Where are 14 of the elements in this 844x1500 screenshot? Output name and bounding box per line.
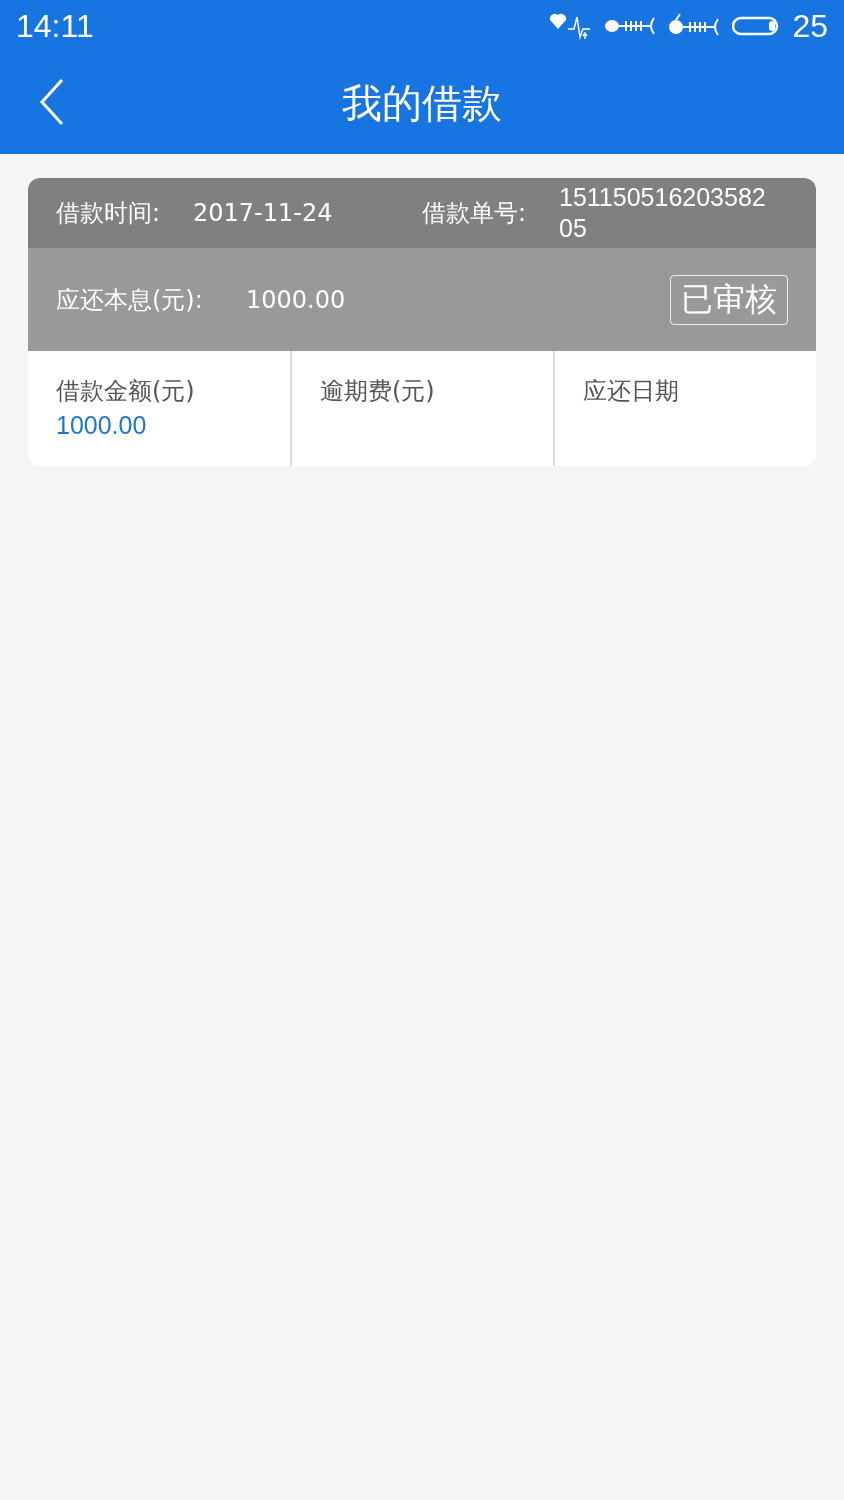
loan-number-value: 15115051620358205 [559,182,767,244]
loan-number-label: 借款单号: [422,198,528,229]
loan-time-label: 借款时间: [56,198,162,229]
detail-label: 应还日期 [583,376,680,407]
battery-level-text: 25 [792,7,828,45]
loan-time-value: 2017-11-24 [193,199,334,227]
detail-value: 1000.00 [56,411,148,440]
status-badge: 已审核 [670,274,788,325]
detail-label: 逾期费(元) [320,376,436,407]
detail-label: 借款金额(元) [56,376,196,407]
due-value: 1000.00 [246,285,346,314]
due-label: 应还本息(元): [56,284,204,316]
page-title: 我的借款 [342,78,502,128]
status-time: 14:11 [16,7,94,45]
